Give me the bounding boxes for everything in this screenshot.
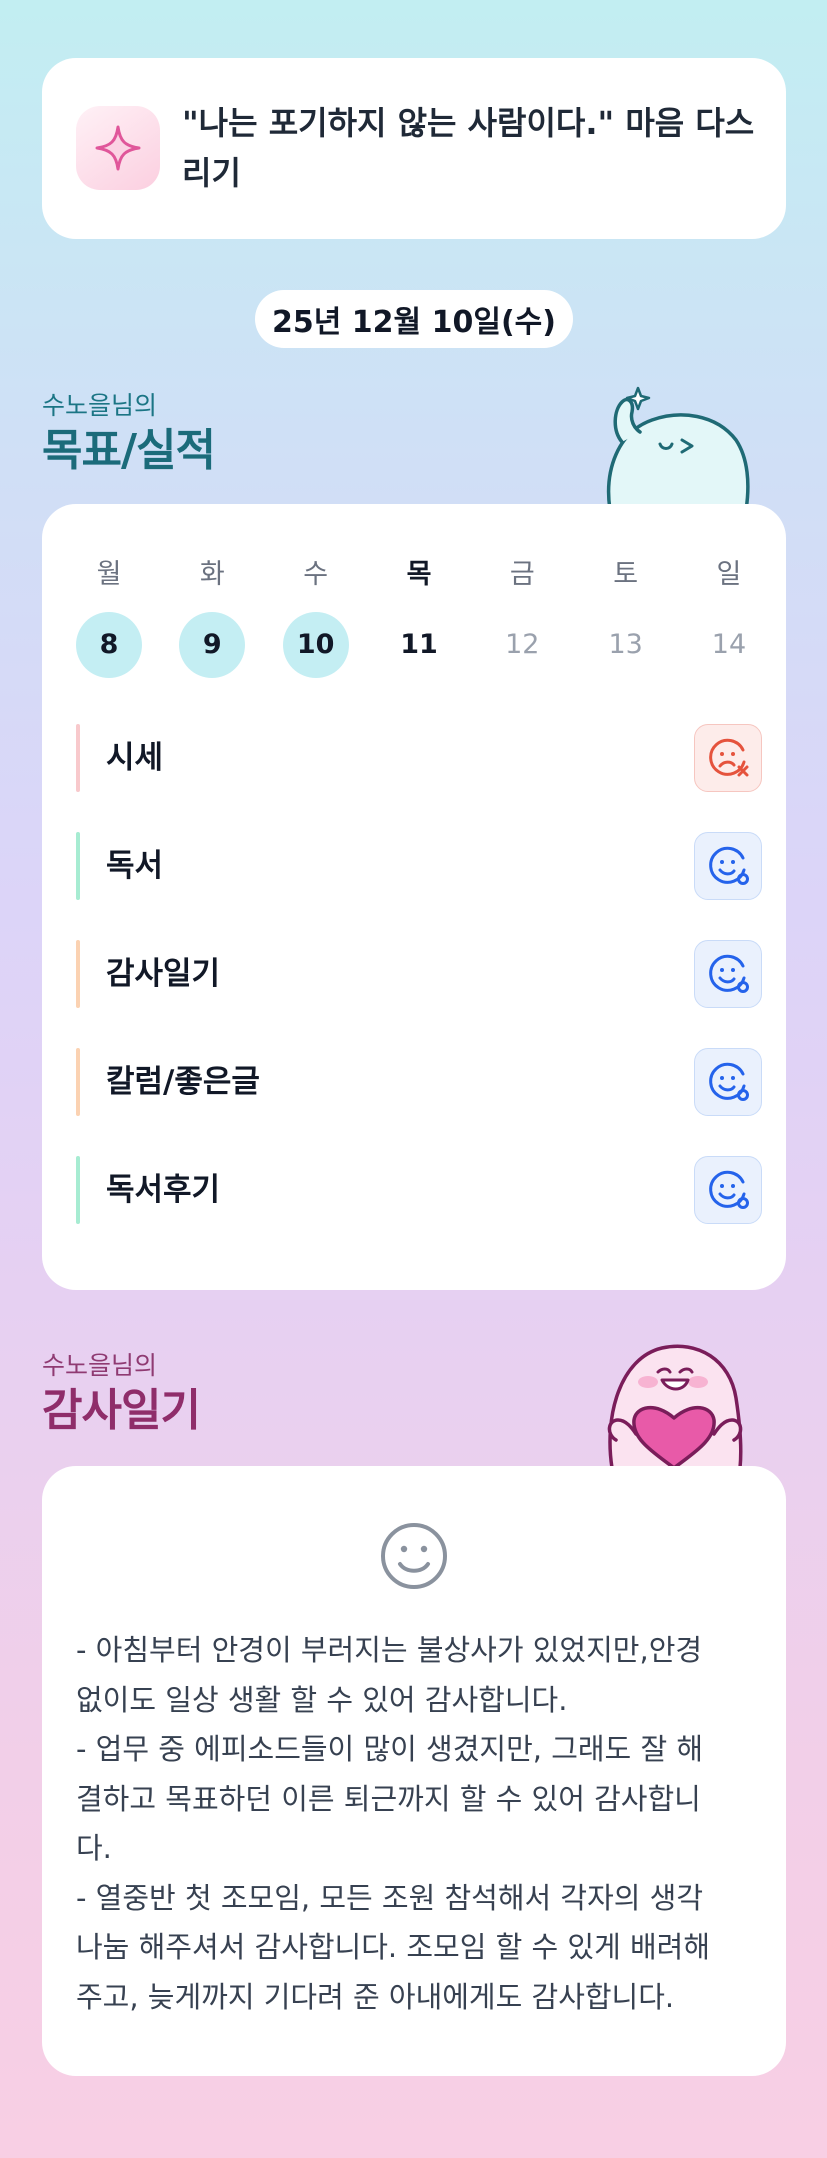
task-label: 감사일기 (106, 956, 221, 992)
weekday-label: 목 (406, 559, 432, 590)
weekday-label: 월 (96, 559, 122, 590)
goals-card: 월 화 수 목 금 토 일 8 9 10 11 12 13 14 시세 독서 감… (42, 504, 786, 1290)
task-item[interactable]: 시세 (76, 724, 762, 792)
weekday-row: 월 화 수 목 금 토 일 (76, 552, 762, 591)
task-color-bar (76, 1156, 80, 1224)
task-label: 시세 (106, 740, 164, 776)
motto-card: "나는 포기하지 않는 사람이다." 마음 다스리기 (42, 58, 786, 239)
day-cell[interactable]: 12 (489, 612, 555, 678)
day-cell[interactable]: 14 (696, 612, 762, 678)
weekday-label: 일 (716, 559, 742, 590)
task-label: 독서후기 (106, 1172, 221, 1208)
status-fail-badge[interactable] (694, 724, 762, 792)
task-item[interactable]: 칼럼/좋은글 (76, 1048, 762, 1116)
heart-mascot-icon (607, 1344, 743, 1468)
task-color-bar (76, 1048, 80, 1116)
sad-face-icon (709, 738, 749, 777)
weekday-label: 수 (303, 559, 329, 590)
happy-face-icon (709, 1170, 749, 1209)
ghost-mascot-icon (606, 386, 750, 510)
goals-title: 목표/실적 (42, 425, 216, 476)
sparkle-icon (76, 106, 160, 190)
task-color-bar (76, 724, 80, 792)
happy-face-icon (709, 1062, 749, 1101)
task-item[interactable]: 감사일기 (76, 940, 762, 1008)
journal-entry-text: - 아침부터 안경이 부러지는 불상사가 있었지만,안경 없이도 일상 생활 할… (76, 1633, 711, 2014)
happy-face-icon (709, 846, 749, 885)
task-item[interactable]: 독서후기 (76, 1156, 762, 1224)
task-label: 독서 (106, 848, 164, 884)
status-done-badge[interactable] (694, 1156, 762, 1224)
task-color-bar (76, 940, 80, 1008)
weekday-label: 금 (509, 559, 535, 590)
journal-card: - 아침부터 안경이 부러지는 불상사가 있었지만,안경 없이도 일상 생활 할… (42, 1466, 786, 2076)
happy-face-icon (709, 954, 749, 993)
day-cell[interactable]: 10 (282, 612, 349, 678)
task-item[interactable]: 독서 (76, 832, 762, 900)
weekday-label: 화 (199, 559, 225, 590)
motto-text: "나는 포기하지 않는 사람이다." 마음 다스리기 (182, 104, 755, 192)
status-done-badge[interactable] (694, 832, 762, 900)
status-done-badge[interactable] (694, 1048, 762, 1116)
day-cell[interactable]: 8 (76, 612, 142, 678)
task-color-bar (76, 832, 80, 900)
journal-title: 감사일기 (42, 1385, 201, 1436)
task-label: 칼럼/좋은글 (106, 1064, 260, 1100)
smile-icon (381, 1523, 447, 1589)
date-display: 25년 12월 10일(수) (255, 290, 573, 348)
day-cell[interactable]: 9 (179, 612, 246, 678)
date-row: 8 9 10 11 12 13 14 (76, 612, 762, 678)
day-cell[interactable]: 11 (386, 612, 452, 678)
weekday-label: 토 (613, 559, 639, 590)
status-done-badge[interactable] (694, 940, 762, 1008)
day-cell[interactable]: 13 (593, 612, 659, 678)
